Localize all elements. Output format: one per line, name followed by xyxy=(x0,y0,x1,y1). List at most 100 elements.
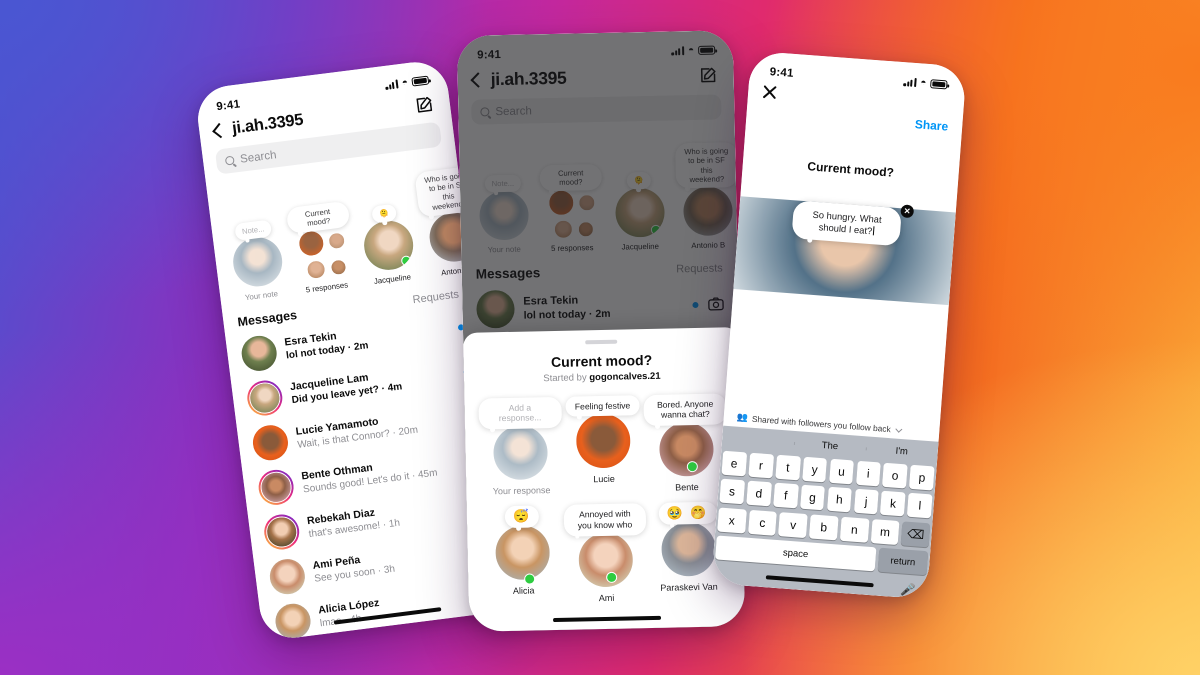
key-i[interactable]: i xyxy=(855,460,882,487)
phone-center: 9:41 ◓ ji.ah.3395 Search Note... xyxy=(456,30,746,632)
avatar xyxy=(245,378,285,418)
note-text: So hungry. What should I eat? xyxy=(812,208,883,237)
people-icon: 👥 xyxy=(736,411,749,423)
response-name: Alicia xyxy=(512,585,535,597)
response-bubble: 🥹 🤭 xyxy=(658,501,717,526)
avatar-stack xyxy=(295,226,350,281)
status-icons: ◓ xyxy=(903,76,948,90)
avatar xyxy=(239,333,279,373)
response-your-response[interactable]: Add a response... Your response xyxy=(478,396,563,497)
wifi-icon: ◓ xyxy=(401,76,409,89)
avatar xyxy=(229,234,285,290)
keyboard: The I'm e r t y u i o p s d f g h j k l … xyxy=(711,425,939,600)
key-f[interactable]: f xyxy=(772,483,799,509)
close-icon[interactable] xyxy=(761,84,779,102)
status-icons: ◓ xyxy=(385,75,430,90)
search-placeholder: Search xyxy=(239,148,278,166)
compose-note-screen: 9:41 ◓ Share Current mood? So hungry. Wh… xyxy=(711,50,967,600)
response-name: Your response xyxy=(492,485,551,497)
online-indicator xyxy=(400,254,412,267)
mic-icon[interactable]: 🎤 xyxy=(900,582,916,597)
response-bubble: Add a response... xyxy=(478,396,562,430)
sheet-grabber[interactable] xyxy=(585,339,618,345)
prediction-2[interactable]: I'm xyxy=(865,443,938,459)
compose-icon[interactable] xyxy=(414,94,435,115)
avatar xyxy=(360,217,416,273)
key-j[interactable]: j xyxy=(853,489,879,515)
avatar xyxy=(660,522,716,578)
response-name: Bente xyxy=(675,482,699,493)
return-key[interactable]: return xyxy=(877,547,929,576)
phone-right: 9:41 ◓ Share Current mood? So hungry. Wh… xyxy=(711,50,967,600)
status-time: 9:41 xyxy=(215,97,241,113)
key-o[interactable]: o xyxy=(882,462,908,489)
wifi-icon: ◓ xyxy=(919,76,927,89)
key-s[interactable]: s xyxy=(719,478,745,505)
cellular-icon xyxy=(385,79,399,90)
key-n[interactable]: n xyxy=(839,516,870,543)
avatar xyxy=(262,512,302,552)
key-m[interactable]: m xyxy=(870,518,900,545)
avatar xyxy=(493,425,549,481)
note-current-mood[interactable]: Current mood? 5 responses xyxy=(285,200,359,295)
key-v[interactable]: v xyxy=(778,511,808,538)
key-h[interactable]: h xyxy=(826,487,853,513)
response-bubble: Annoyed with you know who xyxy=(563,503,647,537)
note-input[interactable]: So hungry. What should I eat? xyxy=(791,200,902,247)
battery-icon xyxy=(411,75,430,87)
chevron-left-icon[interactable] xyxy=(212,122,228,139)
key-t[interactable]: t xyxy=(775,454,801,481)
response-ami[interactable]: Annoyed with you know who Ami xyxy=(563,503,648,603)
response-bubble: 😴 xyxy=(504,505,540,529)
battery-icon xyxy=(930,79,948,90)
key-d[interactable]: d xyxy=(746,481,772,507)
response-name: Ami xyxy=(598,592,615,604)
response-bubble: Bored. Anyone wanna chat? xyxy=(643,393,727,427)
search-icon xyxy=(224,155,235,166)
prediction-1[interactable]: The xyxy=(794,437,867,453)
response-name: Lucie xyxy=(593,473,615,484)
avatar xyxy=(495,525,551,581)
key-y[interactable]: y xyxy=(801,456,828,483)
key-u[interactable]: u xyxy=(828,458,855,485)
online-indicator xyxy=(523,573,535,585)
status-time: 9:41 xyxy=(769,65,795,80)
response-lucie[interactable]: Feeling festive Lucie xyxy=(561,394,646,495)
avatar xyxy=(256,467,296,507)
key-r[interactable]: r xyxy=(748,452,774,479)
avatar xyxy=(575,413,631,469)
prediction-0[interactable] xyxy=(722,438,794,443)
sheet-title: Current mood? xyxy=(550,351,653,370)
chevron-down-icon xyxy=(895,425,903,433)
note-jacqueline[interactable]: 🫠 Jacqueline xyxy=(352,199,424,287)
avatar xyxy=(267,556,307,596)
key-x[interactable]: x xyxy=(717,507,747,534)
compose-prompt: Current mood? xyxy=(806,159,895,180)
avatar xyxy=(273,601,313,641)
response-alicia[interactable]: 😴 Alicia xyxy=(481,505,566,605)
avatar xyxy=(250,422,290,463)
key-p[interactable]: p xyxy=(909,464,935,491)
response-bente[interactable]: Bored. Anyone wanna chat? Bente xyxy=(643,393,729,493)
requests-link[interactable]: Requests xyxy=(412,288,460,306)
key-k[interactable]: k xyxy=(880,491,906,517)
avatar xyxy=(733,196,956,306)
avatar xyxy=(658,422,714,478)
key-c[interactable]: c xyxy=(747,509,778,536)
key-rows: e r t y u i o p s d f g h j k l x c v b … xyxy=(713,449,937,576)
note-responses-sheet: Current mood? Started by gogoncalves.21 … xyxy=(463,327,746,632)
response-bubble: Feeling festive xyxy=(565,394,640,418)
inbox-screen-center: 9:41 ◓ ji.ah.3395 Search Note... xyxy=(456,30,746,632)
note-composer: So hungry. What should I eat? ✕ xyxy=(733,196,956,306)
key-b[interactable]: b xyxy=(809,514,839,541)
backspace-icon[interactable]: ⌫ xyxy=(901,521,931,548)
key-l[interactable]: l xyxy=(907,493,933,519)
key-g[interactable]: g xyxy=(799,485,826,511)
sheet-subtitle-user: gogoncalves.21 xyxy=(589,370,661,383)
note-your-note[interactable]: Note... Your note xyxy=(221,216,293,304)
share-button[interactable]: Share xyxy=(914,117,948,133)
cellular-icon xyxy=(903,77,917,88)
sheet-subtitle-prefix: Started by xyxy=(543,371,590,384)
responses-grid: Add a response... Your response Feeling … xyxy=(464,380,745,606)
key-e[interactable]: e xyxy=(721,450,747,477)
